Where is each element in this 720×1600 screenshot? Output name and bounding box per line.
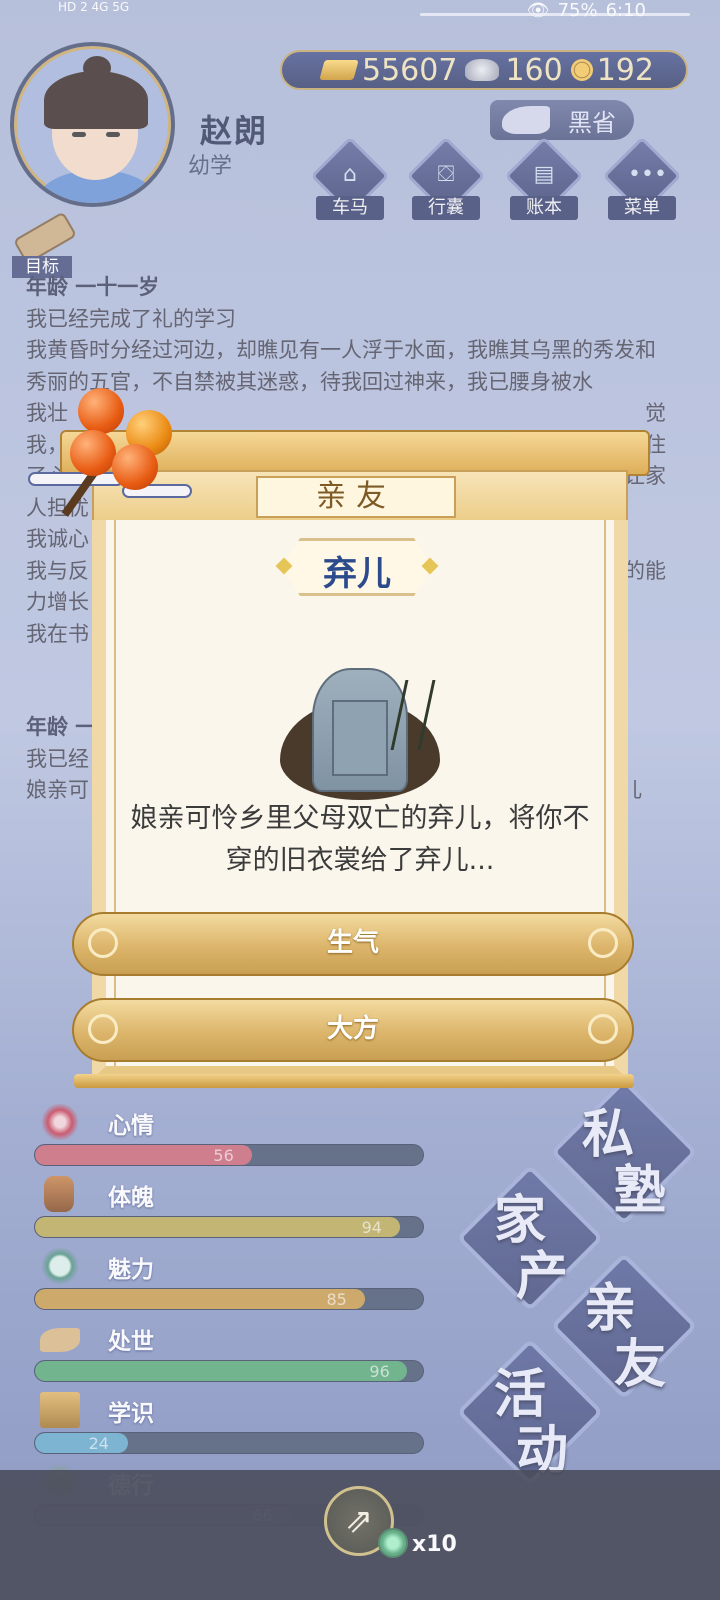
cloud-ornament-icon [588,928,618,958]
choice-label: 生气 [326,928,379,958]
candied-fruit-icon [78,388,124,434]
choice-angry-button[interactable]: 生气 [72,912,634,976]
cloud-decoration [28,472,124,486]
choice-label: 大方 [326,1014,379,1044]
event-title: 弃儿 [323,554,391,594]
choice-generous-button[interactable]: 大方 [72,998,634,1062]
gravestone-plaque [332,700,388,776]
event-title-plate: 弃儿 [275,538,439,596]
event-description: 娘亲可怜乡里父母双亡的弃儿，将你不穿的旧衣裳给了弃儿... [130,803,590,876]
modal-category: 亲友 [256,476,456,518]
gravestone-illustration [280,660,440,800]
candied-fruit-icon [112,444,158,490]
cloud-ornament-icon [588,1014,618,1044]
cloud-ornament-icon [88,928,118,958]
modal-scroll-bottom [74,1074,634,1088]
cloud-ornament-icon [88,1014,118,1044]
candied-fruit-icon [70,430,116,476]
tanghulu-decoration [28,380,200,517]
